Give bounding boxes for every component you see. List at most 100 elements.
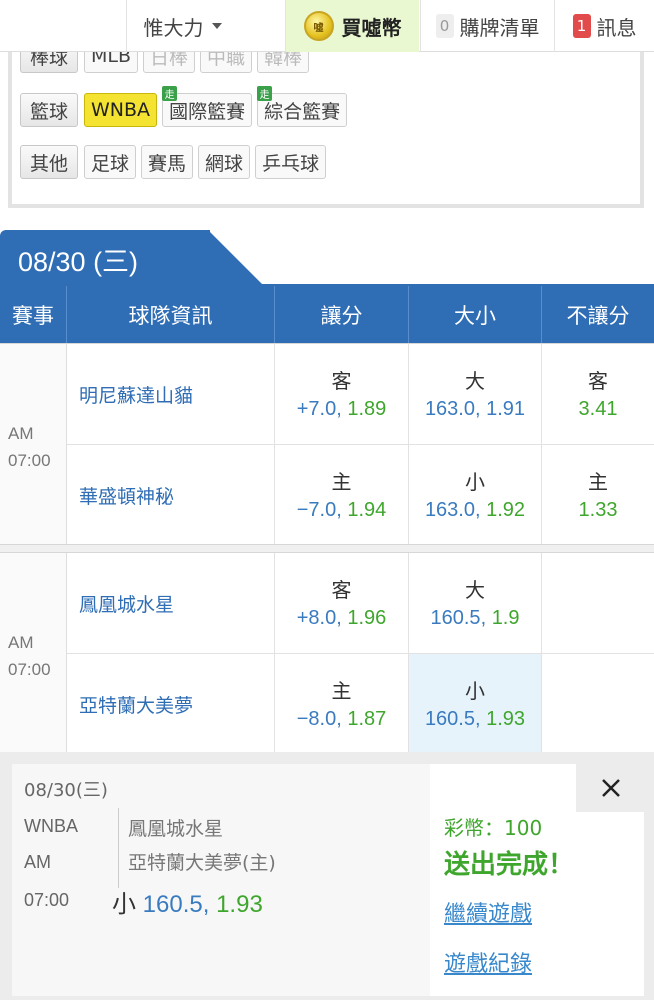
header-moneyline: 不讓分 (566, 303, 630, 328)
slip-league: WNBA (24, 816, 78, 836)
slip-away-team: 鳳凰城水星 (128, 818, 224, 840)
total-odds-cell-selected[interactable]: 小 160.5, 1.93 (409, 654, 542, 755)
chip-table-tennis[interactable]: 乒乓球 (255, 145, 327, 179)
slip-home-team: 亞特蘭大美夢(主) (128, 852, 276, 874)
live-badge: 走 (162, 86, 178, 101)
moneyline-odds: 1.33 (578, 499, 618, 521)
bet-slip-details: 08/30(三) WNBA AM 07:00 鳳凰城水星 亞特蘭大美夢(主) 小… (12, 764, 430, 996)
slip-time: 07:00 (24, 890, 70, 910)
moneyline-side: 客 (588, 369, 608, 393)
game-clock: 07:00 (8, 451, 51, 470)
game-row: AM 07:00 明尼蘇達山貓 客 +7.0, 1.89 大 163.0, 1.9… (0, 343, 654, 546)
coin-icon: 噓 (303, 11, 334, 41)
total-side: 大 (465, 369, 485, 393)
slip-pick: 小 160.5, 1.93 (112, 884, 263, 919)
total-odds-cell[interactable]: 小 163.0, 1.92 (409, 445, 542, 546)
slip-date: 08/30(三) (24, 780, 108, 801)
user-menu[interactable]: 惟大力 (126, 0, 238, 52)
slip-pick-odds: 1.93 (216, 891, 263, 918)
spread-line: +8.0 (296, 607, 337, 629)
header-team-info: 球隊資訊 (67, 286, 275, 343)
game-ampm: AM (8, 633, 34, 652)
team-name: 明尼蘇達山貓 (67, 344, 275, 445)
chip-wnba[interactable]: WNBA (84, 93, 158, 127)
cart-button[interactable]: 0 購牌清單 (420, 0, 554, 52)
bet-slip-panel: 08/30(三) WNBA AM 07:00 鳳凰城水星 亞特蘭大美夢(主) 小… (0, 752, 654, 1000)
slip-divider (118, 808, 119, 888)
live-badge: 走 (257, 86, 273, 101)
spread-side: 客 (331, 369, 352, 393)
game-ampm: AM (8, 424, 34, 443)
buy-coins-button[interactable]: 噓 買噓幣 (285, 0, 419, 52)
chip-horse-racing[interactable]: 賽馬 (141, 145, 194, 179)
chip-intl-basketball[interactable]: 走 國際籃賽 (162, 86, 253, 127)
slip-ampm: AM (24, 852, 51, 872)
spread-line: +7.0 (296, 398, 337, 420)
spread-odds: 1.89 (347, 398, 387, 420)
buy-coins-label: 買噓幣 (341, 15, 402, 40)
date-tab[interactable]: 08/30 (三) (0, 230, 210, 286)
messages-label: 訊息 (596, 15, 637, 40)
category-label-other: 其他 (20, 145, 79, 179)
total-odds: 1.9 (491, 607, 520, 629)
spread-odds: 1.94 (347, 499, 387, 521)
total-odds-cell[interactable]: 大 160.5, 1.9 (409, 553, 542, 654)
game-history-link[interactable]: 遊戲紀錄 (444, 946, 532, 978)
spread-odds-cell[interactable]: 客 +8.0, 1.96 (275, 553, 409, 654)
chip-intl-basketball-label: 國際籃賽 (169, 100, 246, 123)
header-event: 賽事 (0, 286, 67, 343)
chevron-down-icon (211, 23, 222, 29)
category-row-other: 其他 足球 賽馬 網球 乒乓球 (20, 144, 331, 180)
moneyline-odds: 3.41 (578, 398, 618, 420)
moneyline-odds-cell[interactable]: 客 3.41 (542, 344, 654, 445)
spread-odds-cell[interactable]: 主 −8.0, 1.87 (275, 654, 409, 755)
continue-game-link[interactable]: 繼續遊戲 (444, 896, 532, 928)
total-odds: 1.92 (486, 499, 526, 521)
team-name: 鳳凰城水星 (67, 553, 275, 654)
category-row-basketball: 籃球 WNBA 走 國際籃賽 走 綜合籃賽 (20, 86, 352, 128)
team-name: 亞特蘭大美夢 (67, 654, 275, 755)
header-total: 大小 (409, 286, 542, 343)
chip-tennis[interactable]: 網球 (198, 145, 251, 179)
close-icon (602, 779, 620, 797)
date-tab-bar: 08/30 (三) (0, 230, 654, 286)
game-time: AM 07:00 (0, 553, 67, 755)
submit-status: 送出完成！ (444, 850, 575, 880)
date-tab-slant (208, 230, 264, 286)
chip-mixed-basketball[interactable]: 走 綜合籃賽 (257, 86, 348, 127)
moneyline-empty-cell (542, 553, 654, 654)
top-bar: 惟大力 噓 買噓幣 0 購牌清單 1 訊息 (0, 0, 654, 52)
total-line: 160.5 (430, 607, 481, 629)
cart-count-badge: 0 (435, 14, 454, 38)
odds-table-header: 賽事 球隊資訊 讓分 大小 不讓分 (0, 286, 654, 343)
total-line: 160.5 (424, 708, 475, 730)
total-line: 163.0 (424, 398, 475, 420)
total-side: 大 (465, 578, 485, 602)
spread-odds-cell[interactable]: 主 −7.0, 1.94 (275, 445, 409, 546)
coins-amount: 彩幣：100 (444, 816, 543, 840)
total-odds: 1.91 (486, 398, 526, 420)
slip-pick-line: 160.5, (142, 891, 210, 918)
moneyline-empty-cell (542, 654, 654, 755)
spread-side: 客 (331, 578, 352, 602)
close-slip-button[interactable] (576, 764, 646, 812)
total-odds: 1.93 (486, 708, 526, 730)
message-count-badge: 1 (572, 14, 591, 38)
slip-pick-side: 小 (112, 891, 136, 918)
chip-mixed-basketball-label: 綜合籃賽 (264, 100, 341, 123)
spread-odds-cell[interactable]: 客 +7.0, 1.89 (275, 344, 409, 445)
total-odds-cell[interactable]: 大 163.0, 1.91 (409, 344, 542, 445)
spread-side: 主 (331, 470, 352, 494)
moneyline-odds-cell[interactable]: 主 1.33 (542, 445, 654, 546)
header-spread: 讓分 (275, 286, 409, 343)
messages-button[interactable]: 1 訊息 (554, 0, 654, 52)
game-time: AM 07:00 (0, 344, 67, 546)
spread-odds: 1.87 (347, 708, 387, 730)
spread-odds: 1.96 (347, 607, 387, 629)
game-separator (0, 544, 654, 552)
total-side: 小 (465, 679, 485, 703)
chip-soccer[interactable]: 足球 (84, 145, 137, 179)
spread-line: −7.0 (296, 499, 337, 521)
total-side: 小 (465, 470, 485, 494)
username: 惟大力 (143, 15, 204, 40)
